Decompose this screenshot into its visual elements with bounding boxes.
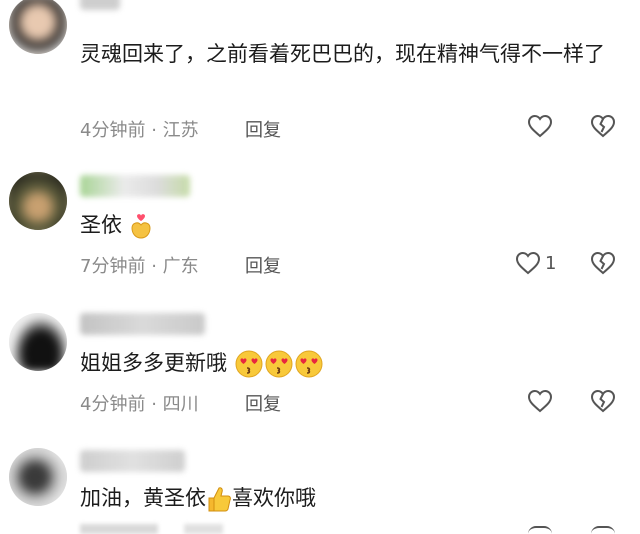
heart-hands-emoji bbox=[131, 214, 151, 239]
broken-heart-icon bbox=[590, 114, 616, 138]
comment-meta: 4分钟前 · 江苏 bbox=[80, 116, 199, 142]
comment-item: 灵魂回来了，之前看着死巴巴的，现在精神气得不一样了 4分钟前 · 江苏 回复 bbox=[0, 0, 640, 150]
comment-time: 4分钟前 bbox=[80, 394, 146, 415]
dislike-button[interactable] bbox=[590, 389, 616, 413]
thumbs-up-emoji bbox=[208, 487, 231, 512]
comment-text-row: 姐姐多多更新哦 bbox=[80, 345, 620, 381]
avatar[interactable] bbox=[9, 448, 67, 506]
meta-cutoff bbox=[80, 524, 340, 534]
comment-text: 姐姐多多更新哦 bbox=[80, 351, 227, 375]
comment-text: 加油，黄圣依 bbox=[80, 486, 206, 510]
comment-item: 加油，黄圣依 喜欢你哦 bbox=[0, 440, 640, 534]
comment-location: 四川 bbox=[162, 394, 199, 415]
comment-text: 灵魂回来了，之前看着死巴巴的，现在精神气得不一样了 bbox=[80, 42, 605, 66]
like-count: 1 bbox=[545, 252, 557, 274]
avatar[interactable] bbox=[9, 0, 67, 54]
heart-eyes-kiss-emoji bbox=[295, 350, 323, 378]
username-blurred[interactable] bbox=[80, 0, 120, 10]
reply-button[interactable]: 回复 bbox=[245, 252, 281, 278]
heart-eyes-kiss-emoji bbox=[235, 350, 263, 378]
comment-item: 姐姐多多更新哦 4分钟前 · 四川 回复 bbox=[0, 305, 640, 435]
like-button-cutoff[interactable] bbox=[528, 526, 552, 534]
heart-outline-icon bbox=[527, 389, 553, 413]
dislike-button[interactable] bbox=[590, 251, 616, 275]
reply-button[interactable]: 回复 bbox=[245, 116, 281, 142]
comment-text-continued: 喜欢你哦 bbox=[232, 486, 316, 510]
comment-text-row: 加油，黄圣依 喜欢你哦 bbox=[80, 480, 620, 516]
dislike-button[interactable] bbox=[590, 114, 616, 138]
meta-separator: · bbox=[151, 120, 157, 141]
avatar[interactable] bbox=[9, 313, 67, 371]
meta-separator: · bbox=[151, 394, 157, 415]
like-button[interactable] bbox=[527, 389, 553, 413]
comment-location: 广东 bbox=[162, 256, 199, 277]
comment-text: 圣依 bbox=[80, 213, 122, 237]
avatar[interactable] bbox=[9, 172, 67, 230]
comment-time: 4分钟前 bbox=[80, 120, 146, 141]
comment-meta: 4分钟前 · 四川 bbox=[80, 390, 199, 416]
heart-eyes-kiss-emoji bbox=[265, 350, 293, 378]
comment-text-row: 圣依 bbox=[80, 207, 620, 243]
like-button[interactable]: 1 bbox=[515, 251, 556, 275]
broken-heart-icon bbox=[590, 251, 616, 275]
dislike-button-cutoff[interactable] bbox=[591, 526, 615, 534]
meta-separator: · bbox=[151, 256, 157, 277]
heart-outline-icon bbox=[527, 114, 553, 138]
comment-item: 圣依 7分钟前 · 广东 回复 1 bbox=[0, 165, 640, 295]
comment-location: 江苏 bbox=[162, 120, 199, 141]
broken-heart-icon bbox=[590, 389, 616, 413]
comment-time: 7分钟前 bbox=[80, 256, 146, 277]
comment-meta: 7分钟前 · 广东 bbox=[80, 252, 199, 278]
like-button[interactable] bbox=[527, 114, 553, 138]
username-blurred[interactable] bbox=[80, 450, 185, 472]
username-blurred[interactable] bbox=[80, 313, 205, 335]
reply-button[interactable]: 回复 bbox=[245, 390, 281, 416]
heart-outline-icon bbox=[515, 251, 541, 275]
username-blurred[interactable] bbox=[80, 175, 190, 197]
